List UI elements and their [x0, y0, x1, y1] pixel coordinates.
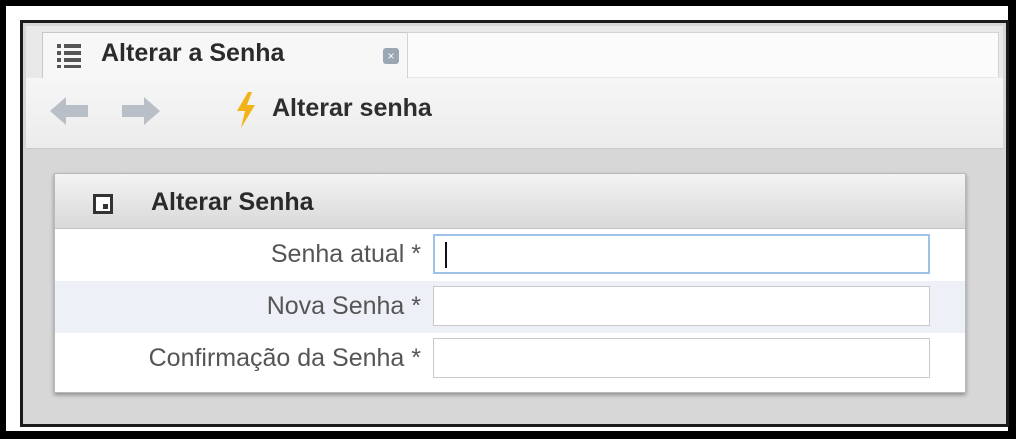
app-window: Alterar a Senha × Alterar senha Alterar …	[20, 20, 1009, 427]
tab-strip-empty	[407, 32, 999, 77]
alterar-senha-panel: Alterar Senha Senha atual * Nova Senha *…	[54, 173, 966, 393]
list-icon	[57, 44, 81, 68]
close-icon[interactable]: ×	[383, 48, 399, 64]
screenshot-frame: Alterar a Senha × Alterar senha Alterar …	[6, 6, 1009, 431]
confirmacao-senha-label: Confirmação da Senha *	[148, 344, 421, 372]
tab-alterar-a-senha[interactable]: Alterar a Senha ×	[42, 32, 408, 78]
confirmacao-senha-input[interactable]	[433, 338, 930, 378]
panel-header: Alterar Senha	[55, 174, 965, 229]
text-caret	[445, 242, 447, 268]
arrow-left-icon[interactable]	[48, 92, 92, 130]
form-row-nova-senha: Nova Senha *	[55, 281, 965, 333]
lightning-bolt-icon	[237, 92, 255, 128]
form-row-senha-atual: Senha atual *	[55, 229, 965, 281]
nova-senha-label: Nova Senha *	[266, 292, 421, 320]
form-row-confirmacao-senha: Confirmação da Senha *	[55, 333, 965, 385]
senha-atual-label: Senha atual *	[270, 240, 421, 268]
panel-title: Alterar Senha	[151, 188, 314, 216]
arrow-right-icon[interactable]	[118, 92, 162, 130]
tab-strip: Alterar a Senha ×	[26, 26, 1003, 79]
senha-atual-input[interactable]	[433, 234, 930, 274]
nova-senha-input[interactable]	[433, 286, 930, 326]
alterar-senha-label: Alterar senha	[272, 94, 432, 122]
tab-title: Alterar a Senha	[101, 39, 285, 67]
window-icon	[93, 194, 113, 214]
toolbar: Alterar senha	[26, 78, 1003, 149]
